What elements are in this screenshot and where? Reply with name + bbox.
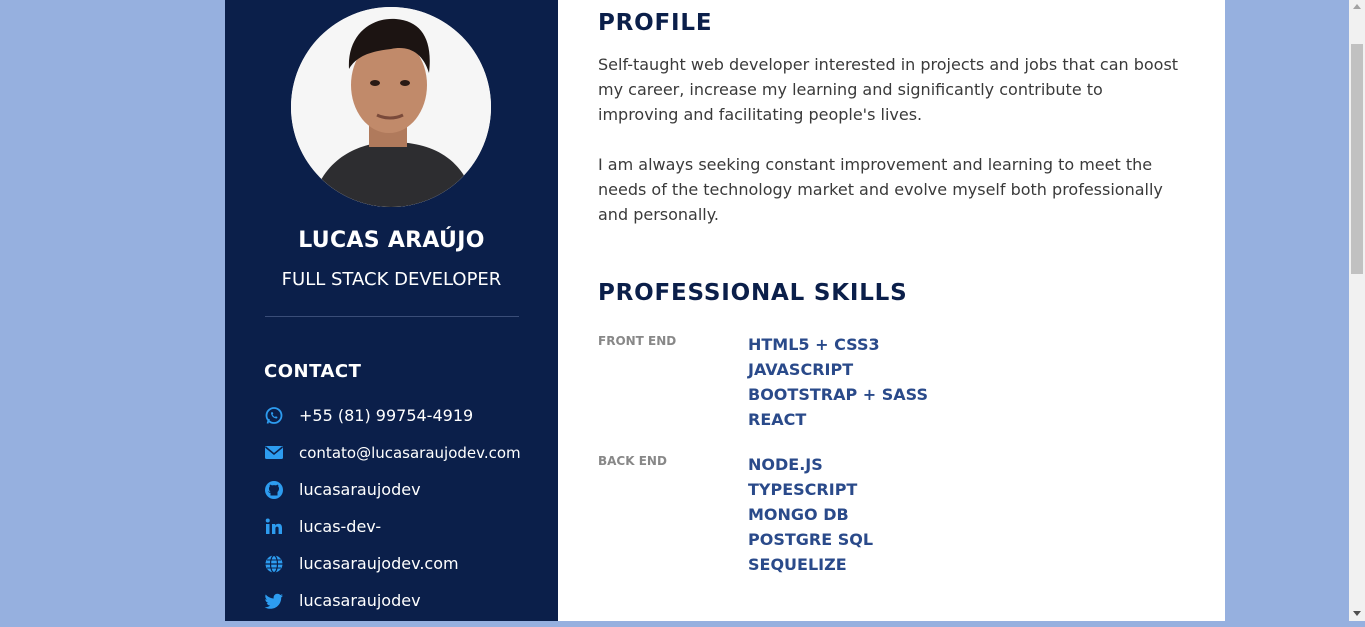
contact-item-email[interactable]: contato@lucasaraujodev.com	[264, 442, 521, 479]
skill-item: POSTGRE SQL	[748, 530, 874, 549]
skill-group-front-end: FRONT END HTML5 + CSS3 JAVASCRIPT BOOTST…	[598, 332, 928, 432]
globe-icon	[265, 554, 283, 574]
skill-item: JAVASCRIPT	[748, 360, 854, 379]
skill-group-back-end: BACK END NODE.JS TYPESCRIPT MONGO DB POS…	[598, 452, 873, 577]
scroll-down-icon[interactable]	[1353, 611, 1361, 616]
skill-item: HTML5 + CSS3	[748, 335, 880, 354]
scroll-thumb[interactable]	[1351, 44, 1363, 274]
skill-item: SEQUELIZE	[748, 555, 847, 574]
contact-item-website[interactable]: lucasaraujodev.com	[264, 553, 521, 590]
contact-twitter: lucasaraujodev	[299, 591, 421, 610]
profile-paragraph: I am always seeking constant improvement…	[598, 155, 1163, 224]
skill-item: TYPESCRIPT	[748, 480, 858, 499]
contact-github: lucasaraujodev	[299, 480, 421, 499]
contact-website: lucasaraujodev.com	[299, 554, 459, 573]
person-name: LUCAS ARAÚJO	[298, 228, 485, 253]
skill-item: MONGO DB	[748, 505, 849, 524]
profile-paragraph: Self-taught web developer interested in …	[598, 55, 1179, 124]
contact-item-linkedin[interactable]: lucas-dev-	[264, 516, 521, 553]
profile-heading: PROFILE	[598, 10, 713, 36]
skills-heading: PROFESSIONAL SKILLS	[598, 280, 908, 306]
contact-heading: CONTACT	[264, 361, 362, 382]
github-icon	[265, 481, 283, 499]
sidebar-divider	[265, 316, 519, 317]
twitter-icon	[264, 593, 283, 609]
contact-linkedin: lucas-dev-	[299, 517, 382, 536]
main-content: PROFILE Self-taught web developer intere…	[558, 0, 1225, 621]
contact-list: +55 (81) 99754-4919 contato@lucasaraujod…	[264, 405, 521, 627]
skill-list: NODE.JS TYPESCRIPT MONGO DB POSTGRE SQL …	[748, 452, 873, 577]
whatsapp-icon	[265, 407, 283, 424]
skill-list: HTML5 + CSS3 JAVASCRIPT BOOTSTRAP + SASS…	[748, 332, 928, 432]
contact-item-phone[interactable]: +55 (81) 99754-4919	[264, 405, 521, 442]
skill-item: NODE.JS	[748, 455, 823, 474]
vertical-scrollbar[interactable]	[1349, 0, 1365, 621]
avatar	[291, 7, 491, 207]
skill-group-label: FRONT END	[598, 334, 677, 348]
resume-page: LUCAS ARAÚJO FULL STACK DEVELOPER CONTAC…	[225, 0, 1225, 621]
skill-item: BOOTSTRAP + SASS	[748, 385, 928, 404]
linkedin-icon	[265, 518, 282, 534]
skill-item: REACT	[748, 410, 807, 429]
scroll-up-icon[interactable]	[1353, 4, 1361, 9]
skill-group-label: BACK END	[598, 454, 667, 468]
contact-email: contato@lucasaraujodev.com	[299, 444, 521, 462]
email-icon	[264, 446, 284, 459]
sidebar: LUCAS ARAÚJO FULL STACK DEVELOPER CONTAC…	[225, 0, 558, 621]
contact-phone: +55 (81) 99754-4919	[299, 406, 474, 425]
contact-item-github[interactable]: lucasaraujodev	[264, 479, 521, 516]
contact-item-twitter[interactable]: lucasaraujodev	[264, 590, 521, 627]
person-role: FULL STACK DEVELOPER	[281, 269, 502, 290]
